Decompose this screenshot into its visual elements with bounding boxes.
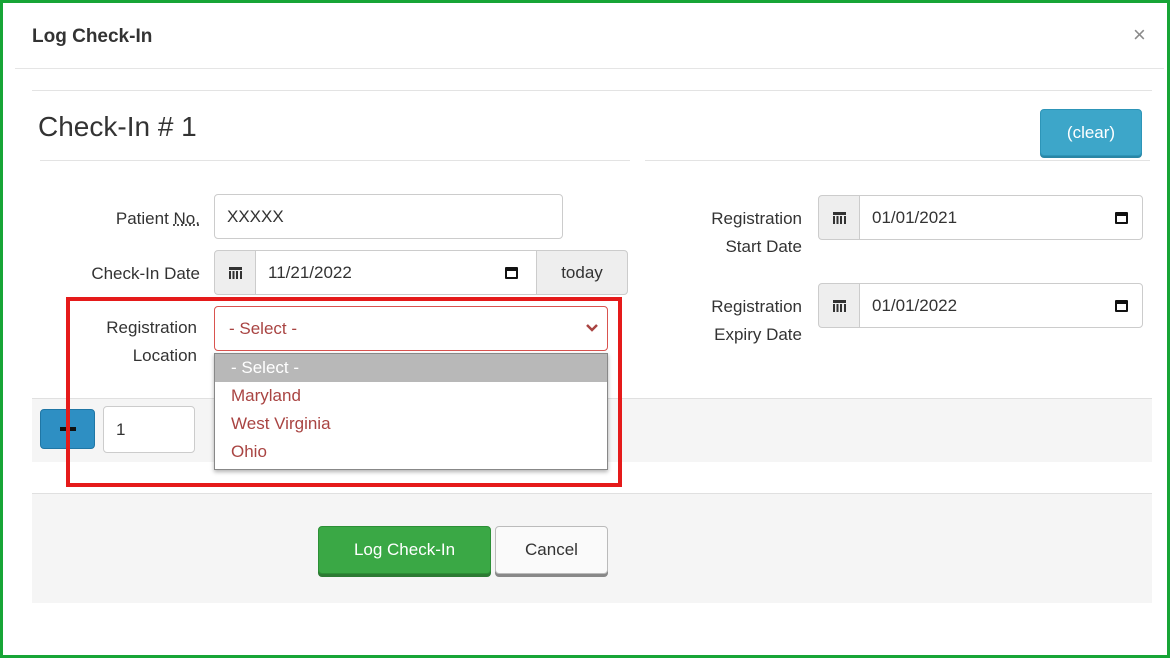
date-picker-icon[interactable] xyxy=(1115,212,1128,224)
checkin-date-value: 11/21/2022 xyxy=(268,262,352,282)
header-divider xyxy=(15,68,1164,69)
patient-label-prefix: Patient xyxy=(115,209,174,228)
highlight-box xyxy=(66,297,622,487)
date-picker-icon[interactable] xyxy=(505,267,518,279)
close-icon[interactable]: × xyxy=(1133,22,1146,48)
checkin-heading: Check-In # 1 xyxy=(38,111,197,142)
calendar-icon xyxy=(832,299,846,312)
registration-expiry-label: Registration Expiry Date xyxy=(660,295,802,347)
cancel-button[interactable]: Cancel xyxy=(495,526,608,574)
calendar-icon xyxy=(832,211,846,224)
calendar-addon[interactable] xyxy=(214,250,256,295)
checkin-date-label: Check-In Date xyxy=(91,264,200,283)
date-picker-icon[interactable] xyxy=(1115,300,1128,312)
registration-expiry-label-line2: Expiry Date xyxy=(714,325,802,344)
today-button[interactable]: today xyxy=(536,250,628,295)
clear-button[interactable]: (clear) xyxy=(1040,109,1142,156)
start-calendar-addon[interactable] xyxy=(818,195,860,240)
dialog-title: Log Check-In xyxy=(32,26,153,47)
registration-start-label: Registration Start Date xyxy=(660,207,802,259)
registration-expiry-input[interactable]: 01/01/2022 xyxy=(859,283,1143,328)
registration-expiry-value: 01/01/2022 xyxy=(872,295,958,315)
calendar-icon xyxy=(228,266,242,279)
checkin-date-input[interactable]: 11/21/2022 xyxy=(255,250,537,295)
registration-start-label-line1: Registration xyxy=(711,209,802,228)
registration-start-value: 01/01/2021 xyxy=(872,207,958,227)
registration-expiry-label-line1: Registration xyxy=(711,297,802,316)
patient-number-input[interactable]: XXXXX xyxy=(214,194,563,239)
log-checkin-button[interactable]: Log Check-In xyxy=(318,526,491,574)
patient-number-label: Patient No. xyxy=(60,207,200,231)
registration-start-input[interactable]: 01/01/2021 xyxy=(859,195,1143,240)
patient-label-abbr: No. xyxy=(173,209,200,228)
heading-rule-right xyxy=(645,160,1150,161)
registration-start-label-line2: Start Date xyxy=(725,237,802,256)
heading-rule-left xyxy=(40,160,630,161)
expiry-calendar-addon[interactable] xyxy=(818,283,860,328)
